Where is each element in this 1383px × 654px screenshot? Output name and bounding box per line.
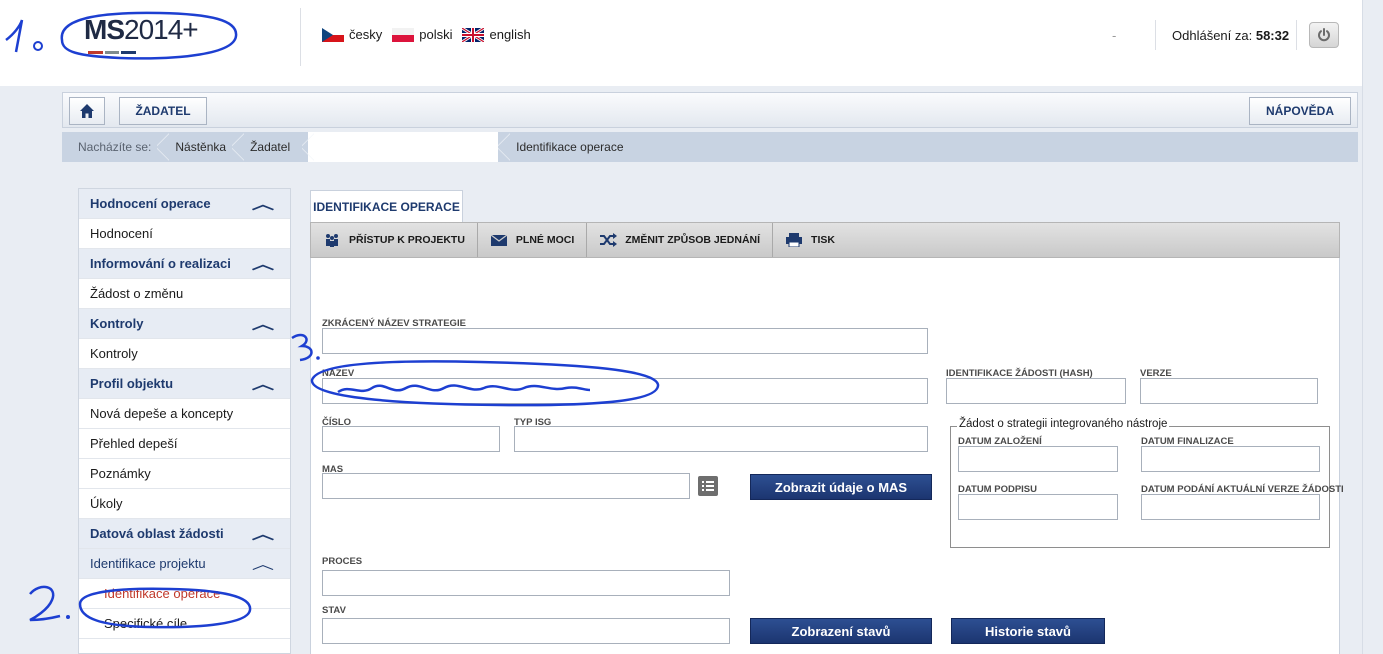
sidebar-section-profil-objektu[interactable]: Profil objektu ︿ <box>79 369 290 399</box>
sidebar-item-prehled-depesi[interactable]: Přehled depeší <box>79 429 290 459</box>
historie-stavu-button[interactable]: Historie stavů <box>951 618 1105 644</box>
header-divider-3 <box>1296 20 1297 50</box>
zobrazeni-stavu-button[interactable]: Zobrazení stavů <box>750 618 932 644</box>
printer-icon <box>786 233 803 247</box>
chevron-up-icon[interactable]: ︿ <box>252 254 274 274</box>
sidebar-item-nova-depese[interactable]: Nová depeše a koncepty <box>79 399 290 429</box>
zmenit-zpusob-jednani-button[interactable]: ZMĚNIT ZPŮSOB JEDNÁNÍ <box>587 223 774 257</box>
power-icon <box>1318 28 1330 42</box>
zadatel-button[interactable]: ŽADATEL <box>119 97 207 125</box>
sidebar-item-ukoly[interactable]: Úkoly <box>79 489 290 519</box>
hash-input[interactable] <box>946 378 1126 404</box>
sidebar-section-hodnoceni-operace[interactable]: Hodnocení operace ︿ <box>79 189 290 219</box>
nazev-input[interactable] <box>322 378 928 404</box>
czech-flag-icon <box>322 27 344 42</box>
help-button[interactable]: NÁPOVĚDA <box>1249 97 1351 125</box>
sidebar-item-kontroly[interactable]: Kontroly <box>79 339 290 369</box>
plne-moci-button[interactable]: PLNÉ MOCI <box>478 223 588 257</box>
sidebar-item-identifikace-operace[interactable]: Identifikace operace <box>79 579 290 609</box>
proces-input[interactable] <box>322 570 730 596</box>
sidebar-item-hodnoceni[interactable]: Hodnocení <box>79 219 290 249</box>
sidebar-item-specificke-cile[interactable]: Specifické cíle <box>79 609 290 639</box>
stav-label: STAV <box>322 605 346 616</box>
sidebar-item-poznamky[interactable]: Poznámky <box>79 459 290 489</box>
page-scroll-edge <box>1362 0 1383 654</box>
home-icon <box>80 104 94 118</box>
header-divider <box>300 8 301 66</box>
proces-label: PROCES <box>322 556 363 567</box>
breadcrumb-item-current: Identifikace operace <box>498 132 635 162</box>
datum-podpisu-input[interactable] <box>958 494 1118 520</box>
stav-input[interactable] <box>322 618 730 644</box>
breadcrumb-item-nastenka[interactable]: Nástěnka <box>157 132 238 162</box>
zkraceny-nazev-input[interactable] <box>322 328 928 354</box>
zobrazit-udaje-o-mas-button[interactable]: Zobrazit údaje o MAS <box>750 474 932 500</box>
verze-input[interactable] <box>1140 378 1318 404</box>
typ-isg-input[interactable] <box>514 426 928 452</box>
pristup-k-projektu-button[interactable]: PŘÍSTUP K PROJEKTU <box>311 223 478 257</box>
main-nav-bar: ŽADATEL NÁPOVĚDA <box>62 92 1358 128</box>
lang-czech[interactable]: česky <box>322 27 382 42</box>
chevron-up-icon[interactable]: ︿ <box>252 194 274 214</box>
action-toolbar: PŘÍSTUP K PROJEKTU PLNÉ MOCI ZMĚNIT ZPŮS… <box>310 222 1340 258</box>
ms2014-logo[interactable]: MS2014+ <box>84 14 199 46</box>
chevron-up-icon[interactable]: ︿ <box>252 524 274 544</box>
annotation-number-2 <box>29 585 61 622</box>
envelope-icon <box>490 234 508 246</box>
tisk-button[interactable]: TISK <box>773 223 847 257</box>
header-dash: - <box>1112 28 1117 43</box>
fieldset-legend: Žádost o strategii integrovaného nástroj… <box>957 418 1170 430</box>
breadcrumb-prefix: Nacházíte se: <box>78 140 152 154</box>
uk-flag-icon <box>462 27 485 42</box>
breadcrumb-item-zadatel[interactable]: Žadatel <box>232 132 302 162</box>
home-button[interactable] <box>69 97 105 125</box>
annotation-number-3 <box>291 333 313 362</box>
breadcrumb-item-redacted[interactable] <box>302 132 499 162</box>
left-sidebar: Hodnocení operace ︿ Hodnocení Informování… <box>78 188 291 654</box>
chevron-up-icon[interactable]: ︿ <box>252 374 274 394</box>
datum-zalozeni-input[interactable] <box>958 446 1118 472</box>
tab-identifikace-operace[interactable]: IDENTIFIKACE OPERACE <box>310 190 463 222</box>
sidebar-item-zadost-o-zmenu[interactable]: Žádost o změnu <box>79 279 290 309</box>
logout-timer: Odhlášení za: 58:32 <box>1172 28 1290 43</box>
shuffle-icon <box>600 233 618 247</box>
people-icon <box>326 234 338 247</box>
mas-input[interactable] <box>322 473 690 499</box>
language-switcher: česky polski english <box>322 27 535 42</box>
sidebar-section-identifikace-projektu[interactable]: Identifikace projektu ︿ <box>79 549 290 579</box>
lang-polish[interactable]: polski <box>392 27 452 42</box>
datum-podani-input[interactable] <box>1141 494 1320 520</box>
breadcrumb: Nacházíte se: Nástěnka Žadatel Identifik… <box>62 132 1358 162</box>
sidebar-section-kontroly[interactable]: Kontroly ︿ <box>79 309 290 339</box>
lang-english[interactable]: english <box>462 27 531 42</box>
list-icon[interactable] <box>698 476 718 496</box>
sidebar-section-datova-oblast[interactable]: Datová oblast žádosti ︿ <box>79 519 290 549</box>
logout-button[interactable] <box>1309 22 1339 48</box>
list-picker-icon <box>702 481 714 491</box>
polish-flag-icon <box>392 27 415 42</box>
top-bar: MS2014+ česky polski english - Odhlášení… <box>0 0 1362 86</box>
sidebar-section-informovani[interactable]: Informování o realizaci ︿ <box>79 249 290 279</box>
logo-stripe <box>88 51 137 54</box>
cislo-input[interactable] <box>322 426 500 452</box>
datum-finalizace-input[interactable] <box>1141 446 1320 472</box>
chevron-up-icon[interactable]: ︿ <box>252 554 274 574</box>
header-divider-2 <box>1155 20 1156 50</box>
chevron-up-icon[interactable]: ︿ <box>252 314 274 334</box>
